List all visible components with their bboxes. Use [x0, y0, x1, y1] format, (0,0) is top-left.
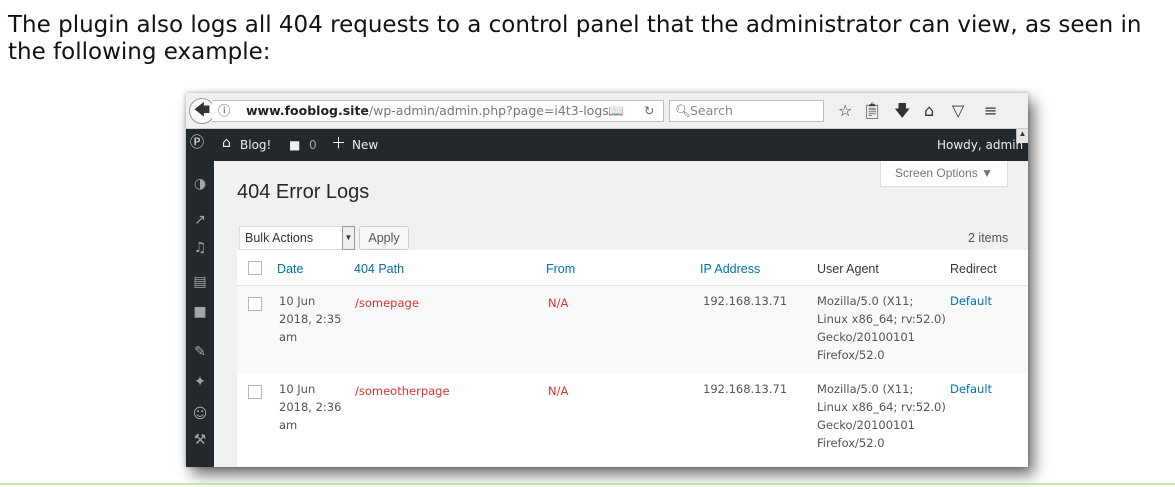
bulk-actions-select[interactable]: Bulk Actions ▼: [239, 226, 355, 250]
user-agent-cell: Mozilla/5.0 (X11; Linux x86_64; rv:52.0)…: [817, 380, 946, 452]
browser-screenshot: 🡄 ⓘ www.fooblog.site/wp-admin/admin.php?…: [186, 93, 1028, 467]
pocket-icon[interactable]: ▽: [952, 101, 964, 121]
date-line: 2018, 2:35: [279, 312, 342, 326]
comments-icon[interactable]: ■: [289, 137, 300, 153]
from-cell: N/A: [548, 384, 569, 398]
search-placeholder: Search: [690, 103, 733, 118]
items-count: 2 items: [968, 231, 1009, 245]
page-title: 404 Error Logs: [237, 181, 370, 203]
divider-line: [0, 483, 1175, 485]
comments-count[interactable]: 0: [309, 137, 317, 153]
agent-line: Mozilla/5.0 (X11;: [817, 294, 914, 308]
comments-menu-icon[interactable]: ■: [191, 303, 209, 321]
new-link[interactable]: New: [352, 137, 378, 153]
redirect-link[interactable]: Default: [950, 380, 992, 398]
apply-button[interactable]: Apply: [359, 226, 409, 250]
bookmark-star-icon[interactable]: ☆: [838, 101, 852, 121]
users-icon[interactable]: ☺: [191, 405, 209, 423]
agent-line: Gecko/20100101: [817, 418, 916, 432]
date-line: am: [279, 418, 298, 432]
admin-main-content: Screen Options ▼ 404 Error Logs Bulk Act…: [214, 161, 1028, 467]
from-cell: N/A: [548, 296, 569, 310]
logs-table: Date 404 Path From IP Address User Agent…: [237, 250, 1028, 467]
url-text: www.fooblog.site/wp-admin/admin.php?page…: [246, 103, 609, 118]
intro-text: The plugin also logs all 404 requests to…: [8, 12, 1142, 65]
wp-admin-bar: Ⓟ ⌂ Blog! ■ 0 ＋ New Howdy, admin: [186, 129, 1028, 161]
posts-pin-icon[interactable]: ↗: [191, 211, 209, 229]
reload-icon[interactable]: ↻: [644, 101, 654, 121]
search-icon: 🔍︎: [675, 103, 691, 118]
date-line: 10 Jun: [279, 382, 316, 396]
hamburger-menu-icon[interactable]: ≡: [984, 101, 997, 121]
column-header-date[interactable]: Date: [277, 262, 303, 276]
select-all-checkbox[interactable]: [248, 261, 262, 275]
date-line: am: [279, 330, 298, 344]
date-cell: 10 Jun 2018, 2:35 am: [279, 292, 341, 346]
agent-line: Firefox/52.0: [817, 436, 885, 450]
agent-line: Linux x86_64; rv:52.0): [817, 400, 946, 414]
scrollbar-up-arrow[interactable]: ▲: [1016, 129, 1028, 143]
path-cell: /somepage: [355, 296, 419, 310]
site-name-link[interactable]: Blog!: [240, 137, 271, 153]
chevron-down-icon[interactable]: ▼: [342, 226, 355, 250]
agent-line: Gecko/20100101: [817, 330, 916, 344]
home-icon[interactable]: ⌂: [924, 101, 934, 121]
column-header-ip[interactable]: IP Address: [700, 262, 760, 276]
table-row: 10 Jun 2018, 2:36 am /someotherpage N/A …: [237, 374, 1028, 467]
table-header-row: Date 404 Path From IP Address User Agent…: [237, 250, 1028, 286]
tools-wrench-icon[interactable]: ⚒: [191, 431, 209, 449]
date-cell: 10 Jun 2018, 2:36 am: [279, 380, 341, 434]
plus-icon[interactable]: ＋: [331, 135, 346, 151]
pages-icon[interactable]: ▤: [191, 273, 209, 291]
howdy-admin-link[interactable]: Howdy, admin: [937, 137, 1023, 153]
column-header-path[interactable]: 404 Path: [354, 262, 404, 276]
user-agent-cell: Mozilla/5.0 (X11; Linux x86_64; rv:52.0)…: [817, 292, 946, 364]
home-icon[interactable]: ⌂: [222, 135, 231, 151]
redirect-link[interactable]: Default: [950, 292, 992, 310]
path-cell: /someotherpage: [355, 384, 450, 398]
date-line: 10 Jun: [279, 294, 316, 308]
ip-cell: 192.168.13.71: [703, 382, 788, 396]
search-input[interactable]: 🔍︎ Search: [669, 100, 824, 122]
admin-side-menu: ◑ ↗ ♫ ▤ ■ ✎ ✦ ☺ ⚒: [186, 161, 214, 467]
column-header-redirect: Redirect: [950, 262, 997, 276]
agent-line: Linux x86_64; rv:52.0): [817, 312, 946, 326]
screen-options-button[interactable]: Screen Options ▼: [880, 161, 1008, 187]
bulk-actions-label: Bulk Actions: [245, 231, 314, 245]
dashboard-icon[interactable]: ◑: [191, 175, 209, 193]
column-header-user-agent: User Agent: [817, 262, 879, 276]
agent-line: Mozilla/5.0 (X11;: [817, 382, 914, 396]
info-icon[interactable]: ⓘ: [218, 101, 231, 121]
reader-view-icon[interactable]: 📖: [608, 101, 624, 121]
bookmarks-library-icon[interactable]: 📋︎: [862, 101, 882, 121]
agent-line: Firefox/52.0: [817, 348, 885, 362]
date-line: 2018, 2:36: [279, 400, 342, 414]
plugins-icon[interactable]: ✦: [191, 373, 209, 391]
wordpress-logo-icon[interactable]: Ⓟ: [190, 135, 204, 151]
row-checkbox[interactable]: [248, 297, 262, 311]
media-icon[interactable]: ♫: [191, 239, 209, 257]
column-header-from[interactable]: From: [546, 262, 575, 276]
table-row: 10 Jun 2018, 2:35 am /somepage N/A 192.1…: [237, 286, 1028, 374]
download-icon[interactable]: 🡇: [894, 101, 910, 121]
url-bar[interactable]: ⓘ www.fooblog.site/wp-admin/admin.php?pa…: [212, 100, 664, 122]
ip-cell: 192.168.13.71: [703, 294, 788, 308]
appearance-icon[interactable]: ✎: [191, 343, 209, 361]
browser-toolbar: 🡄 ⓘ www.fooblog.site/wp-admin/admin.php?…: [186, 93, 1028, 129]
row-checkbox[interactable]: [248, 385, 262, 399]
